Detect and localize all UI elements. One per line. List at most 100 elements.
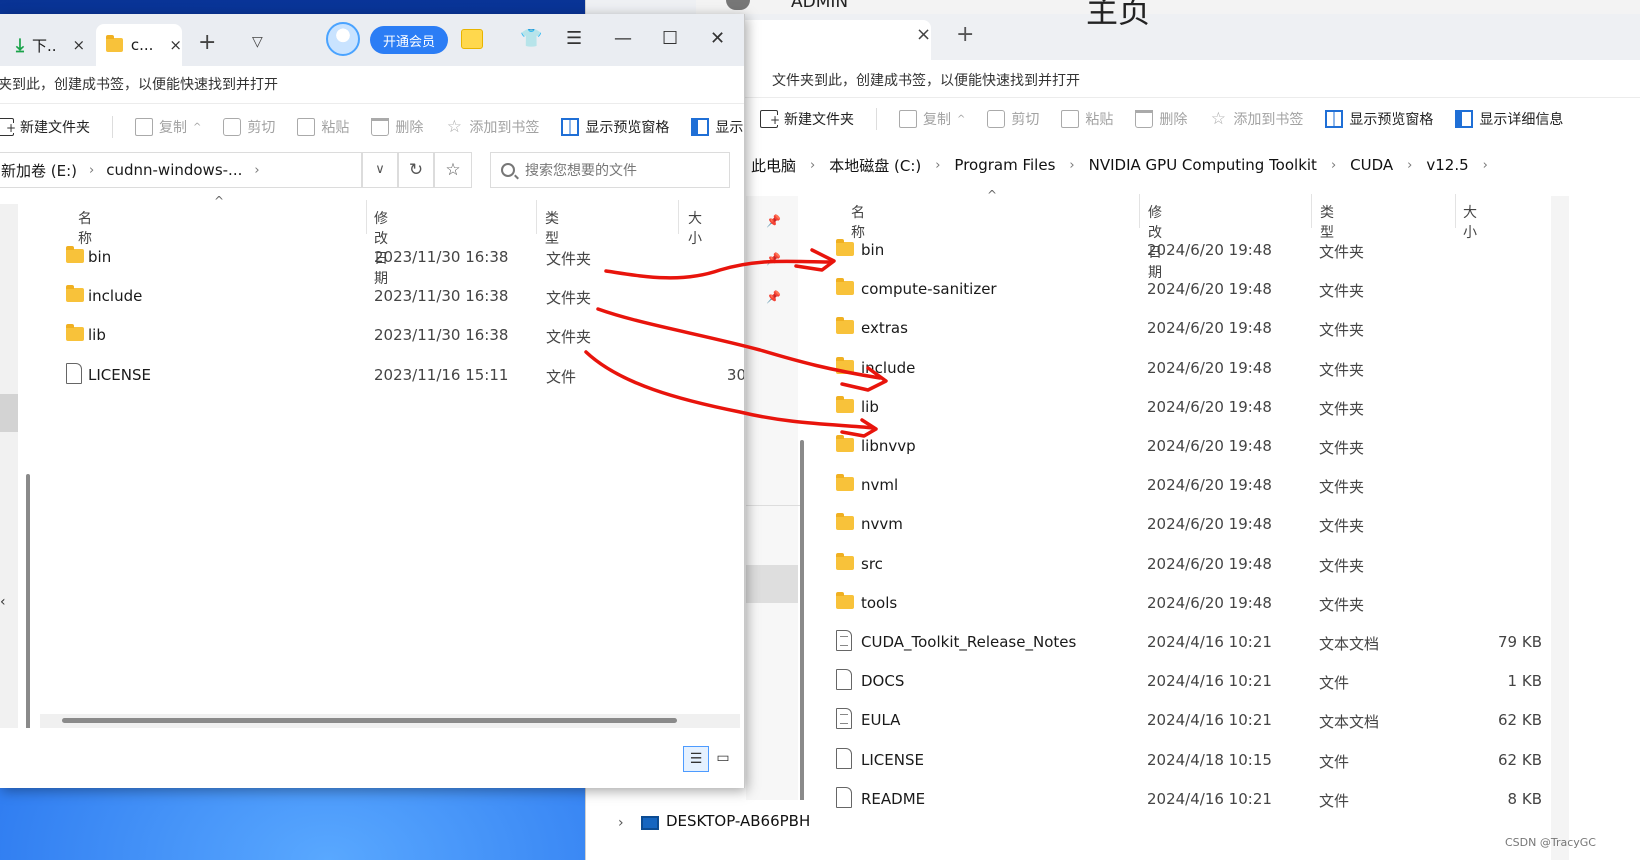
address-drive[interactable]: 新加卷 (E:) [1, 160, 77, 181]
file-date: 2023/11/30 16:38 [374, 326, 509, 345]
new-tab-button[interactable]: + [198, 30, 216, 55]
refresh-icon[interactable]: ↻ [398, 152, 434, 188]
breadcrumb-item[interactable]: CUDA [1350, 156, 1393, 174]
tab-downloads[interactable]: ⤓ 下.. × [0, 24, 92, 66]
favorite-star-icon[interactable]: ☆ [434, 152, 472, 188]
close-tab-icon[interactable]: × [916, 24, 931, 45]
pin-icon[interactable]: 📌 [766, 252, 781, 266]
file-row[interactable]: libnvvp 2024/6/20 19:48 文件夹 [836, 429, 1596, 465]
close-window-button[interactable]: ✕ [710, 28, 725, 49]
file-size: 8 KB [1507, 789, 1542, 808]
nav-scrollbar[interactable] [800, 440, 804, 860]
new-folder-button[interactable]: 新建文件夹 [760, 109, 854, 129]
clipboard-icon [297, 118, 316, 136]
large-icons-view-icon[interactable]: ▭ [710, 746, 736, 772]
column-divider[interactable] [536, 200, 537, 234]
chevron-down-icon[interactable]: ∨ [362, 152, 398, 188]
file-row[interactable]: nvml 2024/6/20 19:48 文件夹 [836, 468, 1596, 504]
new-folder-button[interactable]: 新建文件夹 [0, 117, 90, 137]
file-row[interactable]: lib 2023/11/30 16:38 文件夹 [62, 318, 744, 354]
nav-item-desktop[interactable]: DESKTOP-AB66PBH [666, 812, 810, 830]
file-type: 文件夹 [1319, 360, 1365, 379]
details-pane-button[interactable]: 显示详细信息 [1455, 109, 1563, 129]
preview-pane-button[interactable]: 显示预览窗格 [1325, 109, 1433, 129]
file-row[interactable]: bin 2023/11/30 16:38 文件夹 [62, 240, 744, 276]
nav-selected-item[interactable] [746, 565, 798, 603]
nav-selected-item[interactable] [0, 394, 18, 432]
delete-button[interactable]: 删除 [371, 117, 423, 137]
tab-cudnn[interactable]: c... × [96, 24, 182, 66]
cut-button[interactable]: 剪切 [223, 117, 275, 137]
file-row[interactable]: src 2024/6/20 19:48 文件夹 [836, 547, 1596, 583]
copy-label: 复制 [159, 120, 187, 136]
details-pane-button[interactable]: 显示 [691, 117, 743, 137]
details-view-icon[interactable]: ☰ [683, 746, 709, 772]
account-avatar[interactable] [326, 22, 360, 56]
folder-icon [836, 317, 854, 335]
copy-button[interactable]: 复制 ^ [899, 109, 965, 129]
file-row[interactable]: EULA 2024/4/16 10:21 文本文档 62 KB [836, 703, 1596, 739]
new-folder-label: 新建文件夹 [20, 120, 90, 136]
maximize-button[interactable]: ☐ [662, 28, 678, 49]
file-row[interactable]: nvvm 2024/6/20 19:48 文件夹 [836, 507, 1596, 543]
chevron-left-icon[interactable]: ‹ [0, 594, 6, 610]
breadcrumb-item[interactable]: NVIDIA GPU Computing Toolkit [1089, 156, 1317, 174]
file-row[interactable]: lib 2024/6/20 19:48 文件夹 [836, 390, 1596, 426]
breadcrumb-item[interactable]: v12.5 [1426, 156, 1468, 174]
pin-icon[interactable]: 📌 [766, 290, 781, 304]
tab-list-dropdown[interactable]: ▽ [252, 34, 263, 50]
chevron-right-icon: › [1407, 157, 1413, 173]
preview-pane-button[interactable]: 显示预览窗格 [561, 117, 669, 137]
skin-icon[interactable]: 👕 [520, 28, 542, 49]
breadcrumb-item[interactable]: 此电脑 [751, 155, 796, 176]
paste-button[interactable]: 粘贴 [1061, 109, 1113, 129]
add-bookmark-button[interactable]: ☆ 添加到书签 [445, 117, 540, 137]
copy-button[interactable]: 复制 ^ [135, 117, 201, 137]
minimize-button[interactable]: — [614, 28, 632, 49]
file-row[interactable]: LICENSE 2023/11/16 15:11 文件 30 [62, 358, 744, 394]
file-type: 文件夹 [1319, 478, 1365, 497]
chevron-right-icon: › [89, 162, 95, 178]
breadcrumb-item[interactable]: Program Files [954, 156, 1055, 174]
column-divider[interactable] [1139, 194, 1140, 228]
file-list-scrollbar[interactable] [1551, 196, 1569, 860]
file-row[interactable]: include 2024/6/20 19:48 文件夹 [836, 351, 1596, 387]
file-row[interactable]: bin 2024/6/20 19:48 文件夹 [836, 233, 1596, 269]
nav-scrollbar[interactable] [26, 474, 30, 736]
file-row[interactable]: extras 2024/6/20 19:48 文件夹 [836, 311, 1596, 347]
close-tab-icon[interactable]: × [169, 36, 182, 54]
chevron-right-icon[interactable]: › [618, 815, 624, 831]
file-row[interactable]: CUDA_Toolkit_Release_Notes 2024/4/16 10:2… [836, 625, 1596, 661]
file-row[interactable]: LICENSE 2024/4/18 10:15 文件 62 KB [836, 743, 1596, 779]
new-tab-button[interactable]: + [956, 22, 974, 47]
coupon-icon[interactable] [461, 29, 483, 49]
horizontal-scrollbar-thumb[interactable] [62, 718, 677, 723]
column-divider[interactable] [1311, 194, 1312, 228]
file-row[interactable]: DOCS 2024/4/16 10:21 文件 1 KB [836, 664, 1596, 700]
vip-button[interactable]: 开通会员 [370, 26, 448, 54]
copy-icon [899, 110, 917, 128]
column-divider[interactable] [1455, 194, 1456, 228]
column-divider[interactable] [678, 200, 679, 234]
column-divider[interactable] [366, 200, 367, 234]
pin-icon[interactable]: 📌 [766, 214, 781, 228]
file-row[interactable]: README 2024/4/16 10:21 文件 8 KB [836, 782, 1596, 818]
file-type: 文件夹 [546, 289, 592, 308]
menu-icon[interactable]: ☰ [566, 28, 582, 49]
paste-button[interactable]: 粘贴 [297, 117, 349, 137]
file-type: 文件夹 [1319, 439, 1365, 457]
delete-button[interactable]: 删除 [1135, 109, 1187, 129]
address-bar[interactable]: 新加卷 (E:) › cudnn-windows-... › [0, 152, 362, 188]
search-input[interactable]: 搜索您想要的文件 [490, 152, 730, 188]
file-icon [66, 362, 82, 384]
file-row[interactable]: include 2023/11/30 16:38 文件夹 [62, 279, 744, 315]
file-row[interactable]: compute-sanitizer 2024/6/20 19:48 文件夹 [836, 272, 1596, 308]
close-tab-icon[interactable]: × [73, 36, 86, 54]
address-folder[interactable]: cudnn-windows-... [106, 161, 242, 179]
file-row[interactable]: tools 2024/6/20 19:48 文件夹 [836, 586, 1596, 622]
add-bookmark-button[interactable]: ☆ 添加到书签 [1209, 109, 1304, 129]
folder-icon [836, 474, 854, 492]
breadcrumb-item[interactable]: 本地磁盘 (C:) [829, 155, 921, 176]
cut-button[interactable]: 剪切 [987, 109, 1039, 129]
star-icon: ☆ [1210, 109, 1227, 129]
